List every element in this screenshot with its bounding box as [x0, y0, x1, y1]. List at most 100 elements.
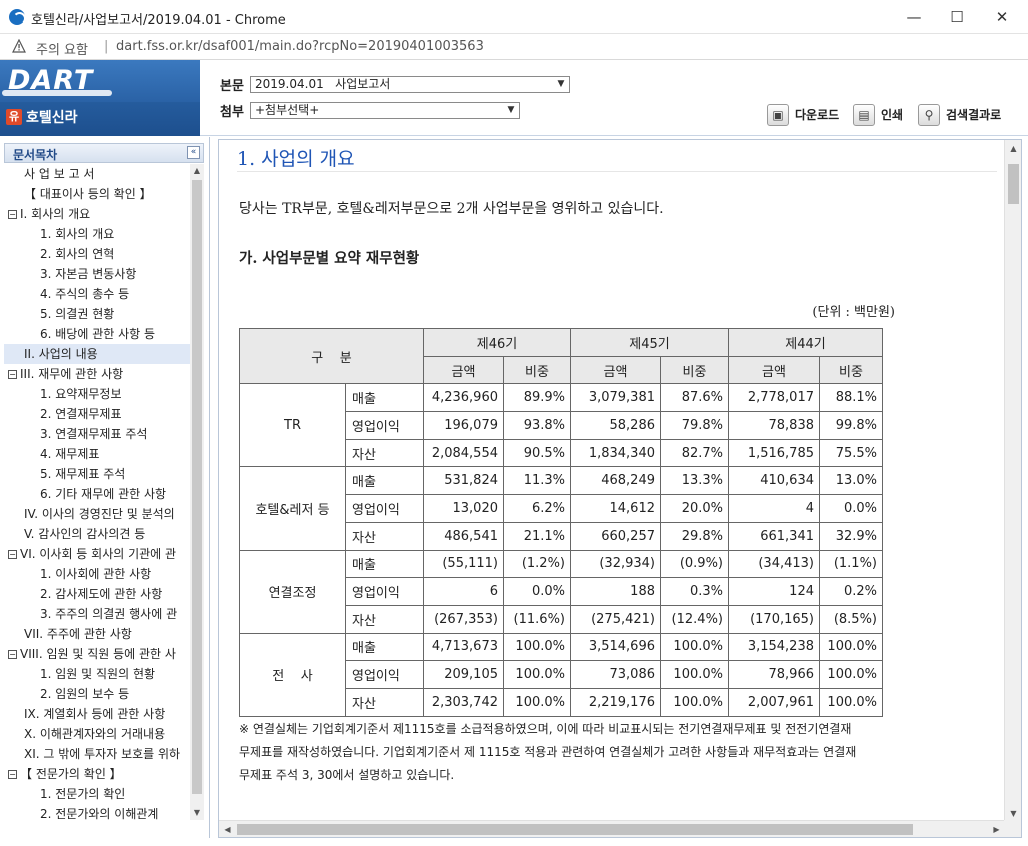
security-warning-label[interactable]: 주의 요함 — [36, 39, 88, 58]
collapse-toggle-icon[interactable]: − — [8, 770, 17, 779]
warning-icon[interactable] — [12, 39, 26, 53]
amount-cell: 73,086 — [570, 660, 661, 689]
document-vertical-scrollbar[interactable]: ▲ ▼ — [1004, 140, 1021, 822]
minimize-button[interactable]: — — [903, 6, 925, 28]
toc-item[interactable]: II. 사업의 내용 — [4, 344, 190, 364]
toc-item[interactable]: 2. 임원의 보수 등 — [4, 684, 190, 704]
scroll-down-arrow-icon[interactable]: ▼ — [190, 806, 204, 820]
scroll-up-arrow-icon[interactable]: ▲ — [190, 164, 204, 178]
toc-item[interactable]: 6. 기타 재무에 관한 사항 — [4, 484, 190, 504]
share-cell: 0.2% — [819, 577, 883, 606]
column-header: 비중 — [819, 355, 883, 385]
toc-item-label: XI. 그 밖에 투자자 보호를 위하 — [24, 747, 181, 761]
toc-item[interactable]: IV. 이사의 경영진단 및 분석의 — [4, 504, 190, 524]
toc-item-label: 3. 주주의 의결권 행사에 관 — [40, 607, 178, 621]
collapse-toggle-icon[interactable]: − — [8, 370, 17, 379]
toc-item[interactable]: − III. 재무에 관한 사항 — [4, 364, 190, 384]
line-item-cell: 자산 — [345, 604, 424, 634]
toc-item[interactable]: − VIII. 임원 및 직원 등에 관한 사 — [4, 644, 190, 664]
toc-item[interactable]: 2. 연결재무제표 — [4, 404, 190, 424]
toc-item[interactable]: XI. 그 밖에 투자자 보호를 위하 — [4, 744, 190, 764]
back-to-search-button[interactable]: ⚲ 검색결과로 — [918, 104, 1001, 126]
share-cell: 100.0% — [819, 632, 883, 662]
document-horizontal-scrollbar[interactable]: ◀ ▶ — [219, 820, 1005, 837]
toc-item[interactable]: 6. 배당에 관한 사항 등 — [4, 324, 190, 344]
collapse-toggle-icon[interactable]: − — [8, 650, 17, 659]
toc-item-label: 1. 전문가의 확인 — [40, 787, 126, 801]
toc-item-label: 5. 의결권 현황 — [40, 307, 115, 321]
toc-scroll-thumb[interactable] — [192, 180, 202, 794]
maximize-button[interactable]: ☐ — [946, 6, 968, 28]
toc-sidebar: 문서목차 « 사 업 보 고 서 【 대표이사 등의 확인 】 − I. 회사의 개요… — [0, 137, 210, 838]
toc-scrollbar[interactable]: ▲ ▼ — [190, 164, 204, 820]
share-cell: 90.5% — [503, 438, 571, 468]
collapse-toggle-icon[interactable]: − — [8, 550, 17, 559]
table-header-row: 구 분 제46기 제45기 제44기 — [239, 327, 883, 385]
print-label: 인쇄 — [881, 108, 904, 122]
address-bar[interactable]: 주의 요함 | dart.fss.or.kr/dsaf001/main.do?r… — [0, 34, 1028, 60]
toc-item[interactable]: 1. 전문가의 확인 — [4, 784, 190, 804]
toc-item[interactable]: 1. 임원 및 직원의 현황 — [4, 664, 190, 684]
amount-cell: 486,541 — [423, 521, 504, 551]
share-cell: 93.8% — [503, 411, 571, 440]
scroll-left-arrow-icon[interactable]: ◀ — [219, 821, 236, 837]
amount-cell: 1,516,785 — [728, 438, 820, 468]
toc-item[interactable]: 【 대표이사 등의 확인 】 — [4, 184, 190, 204]
collapse-sidebar-button[interactable]: « — [187, 146, 200, 159]
toc-item[interactable]: 1. 이사회에 관한 사항 — [4, 564, 190, 584]
toc-item[interactable]: V. 감사인의 감사의견 등 — [4, 524, 190, 544]
company-name: 유 호텔신라 — [6, 107, 78, 129]
cheombu-select[interactable]: +첨부선택+ ▼ — [250, 102, 520, 119]
toc-item[interactable]: 1. 회사의 개요 — [4, 224, 190, 244]
toc-item[interactable]: IX. 계열회사 등에 관한 사항 — [4, 704, 190, 724]
share-cell: 0.0% — [503, 577, 571, 606]
amount-cell: 2,778,017 — [728, 383, 820, 413]
share-cell: (1.1%) — [819, 549, 883, 579]
toc-item[interactable]: − VI. 이사회 등 회사의 기관에 관 — [4, 544, 190, 564]
scroll-right-arrow-icon[interactable]: ▶ — [988, 821, 1005, 837]
toc-item-label: 4. 주식의 총수 등 — [40, 287, 130, 301]
url-text[interactable]: dart.fss.or.kr/dsaf001/main.do?rcpNo=201… — [116, 39, 484, 54]
toc-item[interactable]: 1. 요약재무정보 — [4, 384, 190, 404]
table-row: 호텔&레저 등 매출 531,824 11.3% 468,249 13.3% 410,634… — [239, 466, 883, 551]
toc-item[interactable]: 4. 재무제표 — [4, 444, 190, 464]
document-scroll-thumb[interactable] — [1008, 164, 1019, 204]
toc-item-label: 5. 재무제표 주석 — [40, 467, 126, 481]
toc-item[interactable]: − I. 회사의 개요 — [4, 204, 190, 224]
scroll-up-arrow-icon[interactable]: ▲ — [1005, 140, 1021, 157]
toc-item-label: 2. 회사의 연혁 — [40, 247, 115, 261]
close-button[interactable]: ✕ — [991, 6, 1013, 28]
table-row: 전 사 매출 4,713,673 100.0% 3,514,696 100.0% 3,154… — [239, 632, 883, 717]
toc-item[interactable]: 4. 주식의 총수 등 — [4, 284, 190, 304]
cheombu-label: 첨부 — [220, 105, 244, 120]
toc-item-label: VII. 주주에 관한 사항 — [24, 627, 132, 641]
amount-cell: 196,079 — [423, 411, 504, 440]
share-cell: 100.0% — [660, 660, 729, 689]
toc-item[interactable]: 5. 의결권 현황 — [4, 304, 190, 324]
share-cell: 100.0% — [660, 632, 729, 662]
toc-item[interactable]: 3. 주주의 의결권 행사에 관 — [4, 604, 190, 624]
download-label: 다운로드 — [795, 108, 840, 122]
line-item-cell: 영업이익 — [345, 660, 424, 689]
back-to-search-label: 검색결과로 — [946, 108, 1002, 122]
toc-item[interactable]: − 【 전문가의 확인 】 — [4, 764, 190, 784]
amount-cell: 78,838 — [728, 411, 820, 440]
toc-item[interactable]: 5. 재무제표 주석 — [4, 464, 190, 484]
share-cell: 100.0% — [503, 687, 571, 717]
dart-logo-panel: DART 유 호텔신라 — [0, 60, 200, 136]
toc-item[interactable]: 3. 연결재무제표 주석 — [4, 424, 190, 444]
toc-item[interactable]: 3. 자본금 변동사항 — [4, 264, 190, 284]
segment-name-cell: 호텔&레저 등 — [239, 466, 346, 551]
toc-item[interactable]: 2. 전문가와의 이해관계 — [4, 804, 190, 820]
document-hscroll-thumb[interactable] — [237, 824, 913, 835]
download-button[interactable]: ▣ 다운로드 — [767, 104, 839, 126]
toc-item[interactable]: 사 업 보 고 서 — [4, 164, 190, 184]
toc-item[interactable]: VII. 주주에 관한 사항 — [4, 624, 190, 644]
print-button[interactable]: ▤ 인쇄 — [853, 104, 903, 126]
intro-paragraph: 당사는 TR부문, 호텔&레저부문으로 2개 사업부문을 영위하고 있습니다. — [239, 201, 664, 217]
bonmun-select[interactable]: 2019.04.01 사업보고서 ▼ — [250, 76, 570, 93]
collapse-toggle-icon[interactable]: − — [8, 210, 17, 219]
toc-item[interactable]: X. 이해관계자와의 거래내용 — [4, 724, 190, 744]
toc-item[interactable]: 2. 회사의 연혁 — [4, 244, 190, 264]
toc-item[interactable]: 2. 감사제도에 관한 사항 — [4, 584, 190, 604]
